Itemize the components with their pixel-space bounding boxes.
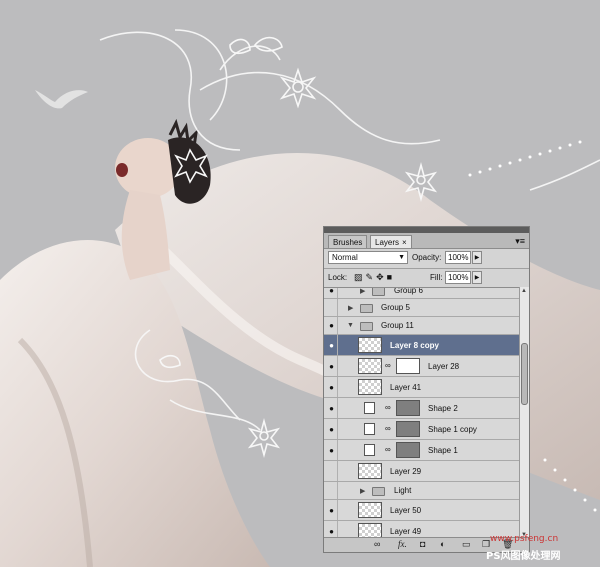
- vector-thumbnail: [364, 423, 375, 435]
- layer-list-scrollbar[interactable]: ▲ ▼: [519, 287, 529, 539]
- link-layers-icon[interactable]: ∞: [374, 539, 380, 549]
- lock-buttons: ▨✎✥■: [354, 272, 395, 283]
- fill-slider-arrow-icon[interactable]: ▶: [472, 271, 482, 284]
- vector-thumbnail: [364, 444, 375, 456]
- folder-icon: [360, 322, 373, 331]
- fill-field[interactable]: 100%: [445, 271, 471, 284]
- layer-row-group-6[interactable]: ● ▶ Group 6: [324, 287, 519, 299]
- opacity-field[interactable]: 100%: [445, 251, 471, 264]
- layer-list: ● ▶ Group 6 ● ▶ Group 5 ● ▼ Group 11 ● L…: [324, 287, 519, 540]
- lock-transparency-icon[interactable]: ▨: [354, 272, 366, 282]
- layer-name: Layer 41: [390, 382, 422, 392]
- layer-row-shape-2[interactable]: ● ∞ Shape 2: [324, 398, 519, 419]
- eye-icon[interactable]: ●: [326, 377, 338, 397]
- eye-icon[interactable]: ●: [326, 461, 338, 481]
- tab-layers-label: Layers: [375, 238, 400, 247]
- fill-label: Fill:: [430, 273, 443, 282]
- eye-icon[interactable]: ●: [326, 440, 338, 460]
- eye-icon[interactable]: ●: [326, 288, 338, 298]
- lock-position-icon[interactable]: ✥: [376, 272, 387, 282]
- lock-label: Lock:: [328, 273, 348, 282]
- tab-layers[interactable]: Layers ×: [370, 235, 412, 248]
- eye-icon[interactable]: ●: [326, 482, 338, 499]
- panel-tabs: Brushes Layers × ▾≡: [324, 233, 529, 249]
- layer-name: Group 11: [381, 321, 414, 330]
- layer-thumbnail: [358, 463, 382, 479]
- lock-pixels-icon[interactable]: ✎: [366, 272, 377, 282]
- expand-arrow-icon[interactable]: ▶: [348, 304, 353, 312]
- layer-row-layer-28[interactable]: ● ∞ Layer 28: [324, 356, 519, 377]
- link-chain-icon[interactable]: ∞: [385, 424, 391, 433]
- tab-brushes-label: Brushes: [333, 238, 363, 247]
- layer-row-group-5[interactable]: ● ▶ Group 5: [324, 299, 519, 317]
- watermark-url: www.psfeng.cn: [490, 534, 559, 544]
- layer-mask-thumbnail[interactable]: [396, 358, 420, 374]
- vector-mask-thumbnail[interactable]: [396, 442, 420, 458]
- watermark-site: PS风图像处理网: [486, 551, 561, 562]
- layer-row-light[interactable]: ● ▶ Light: [324, 482, 519, 500]
- vector-mask-thumbnail[interactable]: [396, 400, 420, 416]
- link-chain-icon[interactable]: ∞: [385, 361, 391, 370]
- layer-row-layer-8-copy[interactable]: ● Layer 8 copy: [324, 335, 519, 356]
- layer-thumbnail: [358, 379, 382, 395]
- expand-arrow-icon[interactable]: ▶: [360, 487, 365, 495]
- new-group-icon[interactable]: ▭: [462, 539, 471, 550]
- folder-icon: [360, 304, 373, 313]
- blend-row: Normal ▼ Opacity: 100% ▶: [324, 249, 529, 267]
- scroll-thumb[interactable]: [521, 343, 528, 405]
- layer-name: Layer 50: [390, 505, 422, 515]
- lock-row: Lock: ▨✎✥■ Fill: 100% ▶: [324, 268, 529, 287]
- layer-name: Shape 1: [428, 445, 458, 455]
- add-mask-icon[interactable]: ◘: [420, 539, 425, 549]
- close-icon[interactable]: ×: [402, 238, 407, 247]
- layer-name: Shape 2: [428, 403, 458, 413]
- panel-menu-icon[interactable]: ▾≡: [515, 236, 525, 247]
- eye-icon[interactable]: ●: [326, 500, 338, 520]
- folder-icon: [372, 487, 385, 496]
- scroll-up-icon[interactable]: ▲: [521, 288, 527, 294]
- eye-icon[interactable]: ●: [326, 335, 338, 355]
- layer-row-layer-29[interactable]: ● Layer 29: [324, 461, 519, 482]
- layer-name: Shape 1 copy: [428, 424, 477, 434]
- blend-mode-select[interactable]: Normal ▼: [328, 251, 408, 264]
- layers-panel: Brushes Layers × ▾≡ Normal ▼ Opacity: 100…: [323, 226, 530, 553]
- layer-row-shape-1-copy[interactable]: ● ∞ Shape 1 copy: [324, 419, 519, 440]
- tab-brushes[interactable]: Brushes: [328, 235, 368, 248]
- collapse-arrow-icon[interactable]: ▼: [347, 322, 354, 329]
- opacity-label: Opacity:: [412, 253, 442, 262]
- folder-icon: [372, 288, 385, 296]
- layer-name: Layer 28: [428, 361, 460, 371]
- link-chain-icon[interactable]: ∞: [385, 403, 391, 412]
- eye-icon[interactable]: ●: [326, 299, 338, 316]
- eye-icon[interactable]: ●: [326, 356, 338, 376]
- chevron-down-icon: ▼: [398, 254, 405, 261]
- layer-name: Layer 29: [390, 466, 422, 476]
- link-chain-icon[interactable]: ∞: [385, 445, 391, 454]
- layer-name: Group 6: [394, 287, 423, 295]
- layer-row-group-11[interactable]: ● ▼ Group 11: [324, 317, 519, 335]
- lock-all-icon[interactable]: ■: [387, 272, 395, 282]
- eye-icon[interactable]: ●: [326, 317, 338, 334]
- layer-row-layer-50[interactable]: ● Layer 50: [324, 500, 519, 521]
- layer-row-layer-41[interactable]: ● Layer 41: [324, 377, 519, 398]
- opacity-slider-arrow-icon[interactable]: ▶: [472, 251, 482, 264]
- layer-name: Layer 8 copy: [390, 340, 439, 350]
- adjustment-layer-icon[interactable]: ◐: [440, 539, 445, 549]
- vector-thumbnail: [364, 402, 375, 414]
- blend-mode-value: Normal: [332, 253, 358, 262]
- eye-icon[interactable]: ●: [326, 398, 338, 418]
- fx-icon[interactable]: fx.: [398, 539, 407, 549]
- eye-icon[interactable]: ●: [326, 419, 338, 439]
- layer-name: Group 5: [381, 303, 410, 312]
- expand-arrow-icon[interactable]: ▶: [360, 288, 365, 295]
- layer-row-shape-1[interactable]: ● ∞ Shape 1: [324, 440, 519, 461]
- layer-thumbnail: [358, 358, 382, 374]
- layer-name: Light: [394, 486, 412, 495]
- layer-thumbnail: [358, 502, 382, 518]
- vector-mask-thumbnail[interactable]: [396, 421, 420, 437]
- layer-thumbnail: [358, 337, 382, 353]
